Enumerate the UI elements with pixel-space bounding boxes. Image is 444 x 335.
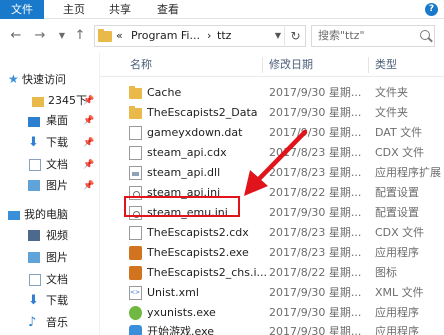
pin-icon[interactable]: 📌: [83, 155, 94, 175]
recent-locations-icon[interactable]: ▼: [54, 27, 70, 45]
column-date[interactable]: 修改日期: [269, 53, 313, 77]
column-headers: ︿ 名称 修改日期 类型: [100, 53, 444, 77]
pin-icon[interactable]: 📌: [83, 91, 94, 111]
folder-icon: [129, 86, 142, 99]
folder-icon: [129, 106, 142, 119]
search-icon[interactable]: [420, 30, 430, 40]
column-type[interactable]: 类型: [375, 53, 397, 77]
file-row[interactable]: TheEscapists2.cdx 2017/8/23 星期... CDX 文件: [124, 223, 444, 243]
application-icon: [129, 246, 142, 260]
document-icon: [29, 159, 41, 171]
computer-icon: [8, 211, 20, 220]
folder-icon: [32, 97, 44, 107]
breadcrumb-ttz[interactable]: ttz: [217, 26, 231, 46]
folder-icon: [98, 29, 112, 42]
file-row[interactable]: gameyxdown.dat 2017/9/30 星期... DAT 文件: [124, 123, 444, 143]
sidebar-item-quick-access[interactable]: ★ 快速访问: [0, 70, 100, 90]
sidebar-item-music[interactable]: ♪ 音乐: [0, 313, 100, 333]
help-icon[interactable]: ?: [425, 3, 438, 16]
file-icon: [129, 226, 142, 240]
picture-icon: [28, 252, 40, 263]
tab-file[interactable]: 文件: [0, 0, 44, 19]
breadcrumb-separator[interactable]: ›: [207, 26, 211, 46]
xml-file-icon: [129, 283, 142, 303]
navigation-bar: ← → ▼ ↑ « Program Fi... › ttz ▼ ↻ 搜索"ttz…: [0, 19, 444, 53]
sidebar-item-downloads[interactable]: ⬇ 下载 📌: [0, 133, 100, 153]
download-icon: ⬇: [28, 293, 39, 308]
up-button[interactable]: ↑: [72, 27, 88, 45]
pin-icon[interactable]: 📌: [83, 176, 94, 196]
tab-view[interactable]: 查看: [148, 0, 188, 19]
pin-icon[interactable]: 📌: [83, 133, 94, 153]
tab-home[interactable]: 主页: [54, 0, 94, 19]
file-row[interactable]: TheEscapists2_Data 2017/9/30 星期... 文件夹: [124, 103, 444, 123]
column-name[interactable]: 名称: [130, 53, 152, 77]
column-divider[interactable]: [368, 57, 369, 73]
uninstaller-icon: [129, 306, 142, 320]
document-icon: [29, 274, 41, 286]
column-divider[interactable]: [262, 57, 263, 73]
file-row[interactable]: 开始游戏.exe 2017/9/30 星期... 应用程序: [124, 322, 444, 335]
game-launcher-icon: [129, 325, 142, 335]
file-row[interactable]: TheEscapists2.exe 2017/8/23 星期... 应用程序: [124, 243, 444, 263]
sidebar-item-videos[interactable]: 视频: [0, 226, 100, 246]
breadcrumb-overflow[interactable]: «: [116, 26, 123, 46]
ribbon: 文件 主页 共享 查看 ?: [0, 0, 444, 19]
file-row[interactable]: yxunists.exe 2017/9/30 星期... 应用程序: [124, 303, 444, 323]
sidebar-item-pictures[interactable]: 图片 📌: [0, 176, 100, 196]
sidebar-item-2345[interactable]: 2345下 📌: [0, 91, 100, 111]
navigation-pane: ★ 快速访问 2345下 📌 桌面 📌 ⬇ 下载 📌 文档 📌 图片 📌 我的电…: [0, 53, 100, 335]
file-row[interactable]: TheEscapists2_chs.i... 2017/8/22 星期... 图…: [124, 263, 444, 283]
sidebar-item-this-pc[interactable]: 我的电脑: [0, 205, 100, 225]
star-icon: ★: [8, 72, 19, 86]
image-file-icon: [129, 266, 142, 280]
pin-icon[interactable]: 📌: [83, 111, 94, 131]
file-row[interactable]: steam_api.cdx 2017/8/23 星期... CDX 文件: [124, 143, 444, 163]
sidebar-item-documents[interactable]: 文档 📌: [0, 155, 100, 175]
tab-share[interactable]: 共享: [100, 0, 140, 19]
desktop-icon: [28, 117, 40, 127]
sidebar-item-desktop[interactable]: 桌面 📌: [0, 111, 100, 131]
music-icon: ♪: [28, 315, 37, 330]
file-row[interactable]: Unist.xml 2017/9/30 星期... XML 文件: [124, 283, 444, 303]
dll-icon: [129, 166, 142, 180]
address-dropdown-icon[interactable]: ▼: [271, 25, 285, 47]
file-icon: [129, 126, 142, 140]
back-button[interactable]: ←: [8, 27, 24, 45]
file-row[interactable]: Cache 2017/9/30 星期... 文件夹: [124, 83, 444, 103]
sidebar-item-documents-pc[interactable]: 文档: [0, 270, 100, 290]
search-box[interactable]: 搜索"ttz": [311, 25, 435, 47]
search-placeholder: 搜索"ttz": [318, 29, 365, 42]
download-icon: ⬇: [28, 135, 39, 150]
picture-icon: [28, 180, 40, 191]
file-row[interactable]: steam_api.dll 2017/8/23 星期... 应用程序扩展: [124, 163, 444, 183]
video-icon: [28, 230, 40, 241]
highlight-box: [124, 196, 240, 217]
sidebar-item-downloads-pc[interactable]: ⬇ 下载: [0, 291, 100, 311]
refresh-icon[interactable]: ↻: [284, 25, 306, 47]
breadcrumb-program-files[interactable]: Program Fi...: [131, 26, 200, 46]
sidebar-item-pictures-pc[interactable]: 图片: [0, 248, 100, 268]
forward-button[interactable]: →: [32, 27, 48, 45]
file-icon: [129, 146, 142, 160]
